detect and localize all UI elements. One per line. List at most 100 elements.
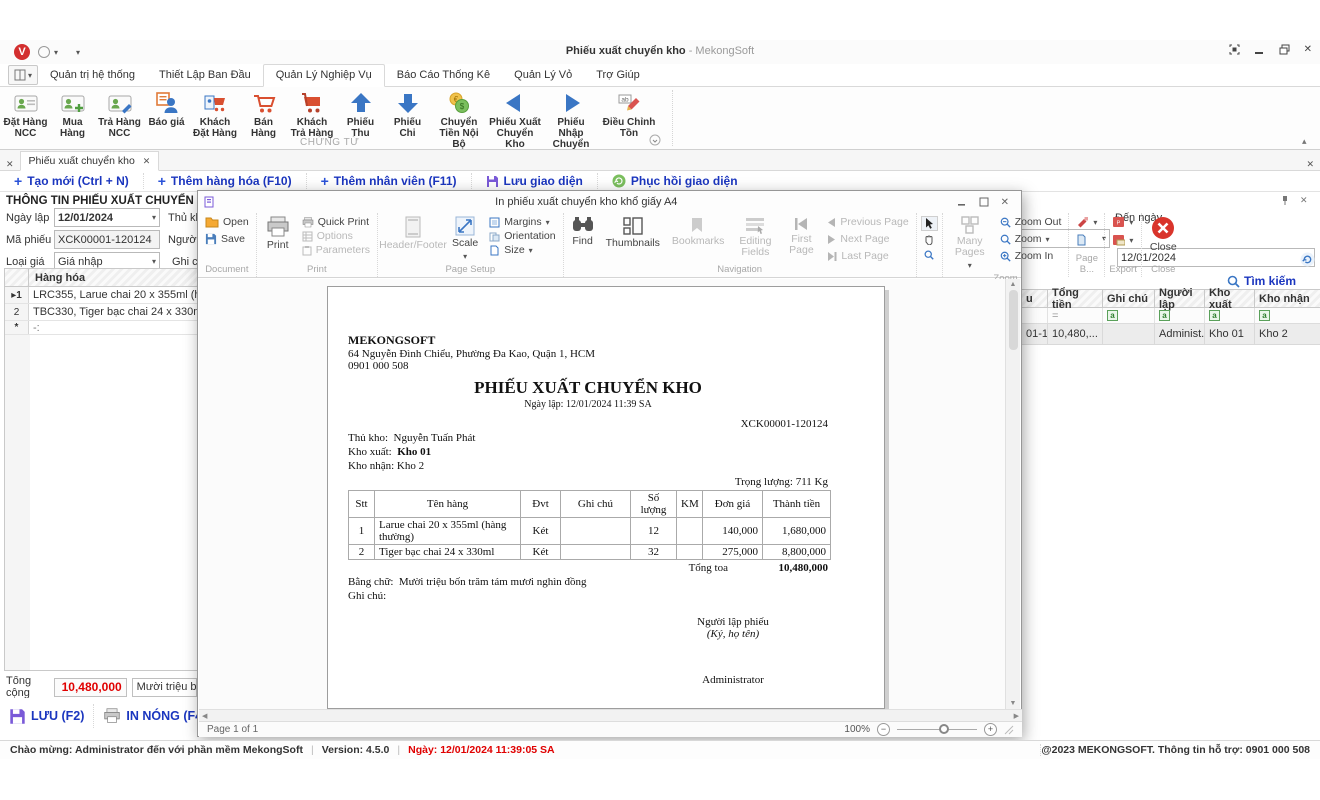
margins-button[interactable]: Margins▾ bbox=[486, 215, 558, 229]
find-button[interactable]: Find bbox=[568, 215, 598, 248]
zoom-minus-button[interactable]: − bbox=[877, 723, 890, 736]
ribbon-group-expand-icon[interactable] bbox=[649, 134, 661, 146]
zoom-button[interactable]: Zoom▾ bbox=[997, 232, 1065, 246]
add-item-button[interactable]: +Thêm hàng hóa (F10) bbox=[144, 173, 307, 189]
scroll-thumb[interactable] bbox=[1009, 290, 1018, 350]
tab-quan-ly-nghiep-vu[interactable]: Quản Lý Nghiệp Vụ bbox=[263, 64, 385, 87]
filter-cell[interactable]: a bbox=[1155, 308, 1205, 323]
quick-print-button[interactable]: Quick Print bbox=[299, 215, 373, 229]
pin-icon[interactable] bbox=[1280, 195, 1290, 205]
bookmarks-button[interactable]: Bookmarks bbox=[668, 215, 729, 248]
save-layout-button[interactable]: Lưu giao diện bbox=[472, 173, 598, 189]
refresh-icon[interactable] bbox=[1300, 252, 1315, 267]
filter-cell[interactable]: = bbox=[1048, 308, 1103, 323]
dialog-close-icon[interactable]: ✕ bbox=[1001, 197, 1009, 208]
app-menu-button[interactable]: ▾ bbox=[8, 65, 38, 85]
close-window-icon[interactable]: ✕ bbox=[1304, 44, 1312, 55]
zoom-out-button[interactable]: Zoom Out bbox=[997, 215, 1065, 229]
zoom-slider[interactable] bbox=[897, 729, 977, 730]
pointer-tool-button[interactable] bbox=[921, 216, 938, 231]
fit-window-icon[interactable] bbox=[1229, 44, 1240, 55]
list-row-selected[interactable]: 01-1... 10,480,... Administ... Kho 01 Kh… bbox=[1022, 324, 1320, 345]
ma-phieu-field[interactable]: XCK00001-120124 bbox=[54, 230, 160, 249]
chevron-down-icon[interactable]: ▾ bbox=[149, 213, 156, 222]
scroll-right-icon[interactable]: ▶ bbox=[1014, 712, 1019, 720]
column-header[interactable]: Người lập bbox=[1155, 290, 1205, 307]
zoom-icon bbox=[1000, 234, 1011, 245]
minimize-icon[interactable] bbox=[1254, 44, 1265, 55]
thumbnails-button[interactable]: Thumbnails bbox=[602, 215, 664, 250]
export-pdf-button[interactable]: P ▾ bbox=[1109, 215, 1136, 229]
quotation-icon bbox=[154, 90, 180, 116]
tab-quan-ly-vo[interactable]: Quản Lý Vỏ bbox=[502, 65, 584, 86]
zoom-slider-thumb[interactable] bbox=[939, 724, 949, 734]
many-pages-button[interactable]: Many Pages▾ bbox=[947, 215, 993, 272]
scale-button[interactable]: Scale ▾ bbox=[448, 215, 482, 263]
column-header[interactable]: Kho xuất bbox=[1205, 290, 1255, 307]
preview-surface[interactable]: MEKONGSOFT 64 Nguyễn Đình Chiểu, Phường … bbox=[199, 279, 1007, 709]
last-page-button[interactable]: Last Page bbox=[824, 249, 911, 263]
dialog-title-bar[interactable]: In phiếu xuất chuyển kho khổ giấy A4 ✕ bbox=[198, 191, 1021, 213]
next-page-button[interactable]: Next Page bbox=[824, 232, 911, 246]
previous-page-button[interactable]: Previous Page bbox=[824, 215, 911, 229]
editing-fields-button[interactable]: Editing Fields bbox=[732, 215, 778, 259]
print-button[interactable]: Print bbox=[261, 215, 295, 252]
panel-close-icon[interactable]: ✕ bbox=[1300, 195, 1308, 206]
tab-quan-tri-he-thong[interactable]: Quản trị hệ thống bbox=[38, 65, 147, 86]
parameters-button[interactable]: Parameters bbox=[299, 243, 373, 257]
save-button[interactable]: Save bbox=[202, 232, 248, 246]
watermark-button[interactable]: ▾ bbox=[1073, 215, 1100, 229]
orientation-icon bbox=[489, 231, 500, 242]
ribbon-collapse-icon[interactable]: ▴ bbox=[1302, 136, 1307, 147]
new-button[interactable]: +Tạo mới (Ctrl + N) bbox=[0, 173, 144, 189]
dialog-minimize-icon[interactable] bbox=[957, 197, 967, 207]
restore-layout-button[interactable]: Phục hồi giao diện bbox=[598, 173, 752, 189]
size-button[interactable]: Size▾ bbox=[486, 243, 558, 257]
options-button[interactable]: Options bbox=[299, 229, 373, 243]
hot-print-button[interactable]: IN NÓNG (F4) bbox=[94, 704, 197, 728]
first-page-button[interactable]: First Page bbox=[782, 215, 820, 257]
column-header[interactable]: Tổng tiền bbox=[1048, 290, 1103, 307]
chevron-down-icon: ▾ bbox=[463, 251, 467, 262]
tab-thiet-lap-ban-dau[interactable]: Thiết Lập Ban Đầu bbox=[147, 65, 263, 86]
magnifier-tool-button[interactable] bbox=[921, 249, 938, 261]
printer-icon bbox=[302, 217, 314, 228]
header-footer-button[interactable]: Header/Footer bbox=[382, 215, 444, 252]
column-header[interactable]: Kho nhận bbox=[1255, 290, 1320, 307]
preview-vertical-scrollbar[interactable]: ▲ ▼ bbox=[1005, 279, 1020, 709]
scroll-up-icon[interactable]: ▲ bbox=[1010, 281, 1017, 288]
filter-cell[interactable]: a bbox=[1205, 308, 1255, 323]
doc-tab-close-icon[interactable]: ✕ bbox=[143, 156, 151, 167]
column-header[interactable]: u bbox=[1022, 290, 1048, 307]
tab-bao-cao-thong-ke[interactable]: Báo Cáo Thống Kê bbox=[385, 65, 502, 86]
add-employee-button[interactable]: +Thêm nhân viên (F11) bbox=[307, 173, 472, 189]
filter-cell[interactable]: a bbox=[1255, 308, 1320, 323]
filter-cell[interactable] bbox=[1022, 308, 1048, 323]
preview-horizontal-scrollbar[interactable]: ◀ ▶ bbox=[199, 709, 1022, 721]
ngay-lap-combo[interactable]: 12/01/2024▾ bbox=[54, 208, 160, 227]
restore-icon[interactable] bbox=[1279, 44, 1290, 55]
close-preview-button[interactable]: Close bbox=[1146, 215, 1181, 254]
chevron-down-icon[interactable]: ▾ bbox=[149, 257, 156, 266]
column-header[interactable]: Ghi chú bbox=[1103, 290, 1155, 307]
save-button[interactable]: LƯU (F2) bbox=[0, 704, 94, 728]
hand-tool-button[interactable] bbox=[921, 234, 938, 246]
resize-grip-icon[interactable] bbox=[1004, 725, 1014, 735]
orientation-button[interactable]: Orientation bbox=[486, 229, 558, 243]
tabrow-close-left-icon[interactable]: ✕ bbox=[0, 159, 20, 170]
page-color-button[interactable] bbox=[1073, 233, 1090, 247]
scroll-left-icon[interactable]: ◀ bbox=[202, 712, 207, 720]
warehouse-in-right-arrow-icon bbox=[558, 90, 584, 116]
open-button[interactable]: Open bbox=[202, 215, 252, 229]
filter-cell[interactable]: a bbox=[1103, 308, 1155, 323]
tab-tro-giup[interactable]: Trợ Giúp bbox=[584, 65, 651, 86]
doc-tab-phieu-xuat-chuyen-kho[interactable]: Phiếu xuất chuyển kho ✕ bbox=[20, 151, 160, 171]
zoom-plus-button[interactable]: + bbox=[984, 723, 997, 736]
dialog-maximize-icon[interactable] bbox=[979, 197, 989, 207]
send-pdf-button[interactable]: ▾ bbox=[1109, 233, 1136, 247]
zoom-in-button[interactable]: Zoom In bbox=[997, 249, 1065, 263]
scroll-down-icon[interactable]: ▼ bbox=[1010, 700, 1017, 707]
amount-words-field[interactable]: Mười triệu b bbox=[132, 678, 197, 697]
doc-note: Ghi chú: bbox=[348, 590, 828, 602]
tabrow-close-right-icon[interactable]: ✕ bbox=[1300, 159, 1320, 170]
